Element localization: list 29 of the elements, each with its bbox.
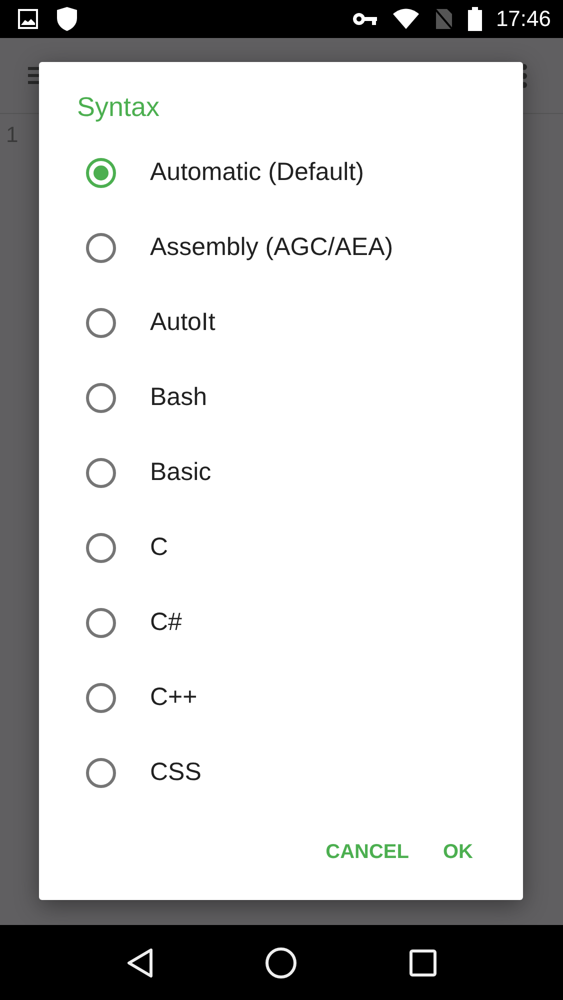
battery-icon bbox=[468, 7, 482, 31]
radio-option[interactable]: C bbox=[39, 510, 523, 585]
radio-button[interactable] bbox=[85, 606, 117, 638]
radio-option[interactable]: Automatic (Default) bbox=[39, 135, 523, 210]
radio-button[interactable] bbox=[85, 232, 117, 264]
radio-button[interactable] bbox=[85, 382, 117, 414]
dialog-title: Syntax bbox=[77, 91, 160, 124]
key-icon bbox=[352, 11, 378, 27]
radio-option[interactable]: AutoIt bbox=[39, 285, 523, 360]
radio-option[interactable]: Assembly (AGC/AEA) bbox=[39, 210, 523, 285]
radio-button[interactable] bbox=[85, 156, 117, 188]
recents-icon[interactable] bbox=[409, 948, 438, 976]
radio-button[interactable] bbox=[85, 306, 117, 338]
radio-option[interactable]: CSS bbox=[39, 735, 523, 810]
back-icon[interactable] bbox=[126, 948, 154, 978]
clock-time: 17:46 bbox=[496, 6, 551, 32]
radio-button[interactable] bbox=[85, 456, 117, 488]
home-icon[interactable] bbox=[265, 946, 298, 978]
radio-option[interactable]: Basic bbox=[39, 435, 523, 510]
radio-button[interactable] bbox=[85, 756, 117, 788]
radio-option[interactable]: Bash bbox=[39, 360, 523, 435]
radio-option[interactable]: C# bbox=[39, 585, 523, 660]
shield-icon bbox=[56, 6, 78, 32]
radio-button[interactable] bbox=[85, 682, 117, 714]
no-sim-icon bbox=[434, 7, 454, 31]
image-icon bbox=[18, 9, 38, 29]
radio-option[interactable]: C++ bbox=[39, 660, 523, 735]
wifi-icon bbox=[392, 8, 420, 30]
radio-button[interactable] bbox=[85, 532, 117, 564]
